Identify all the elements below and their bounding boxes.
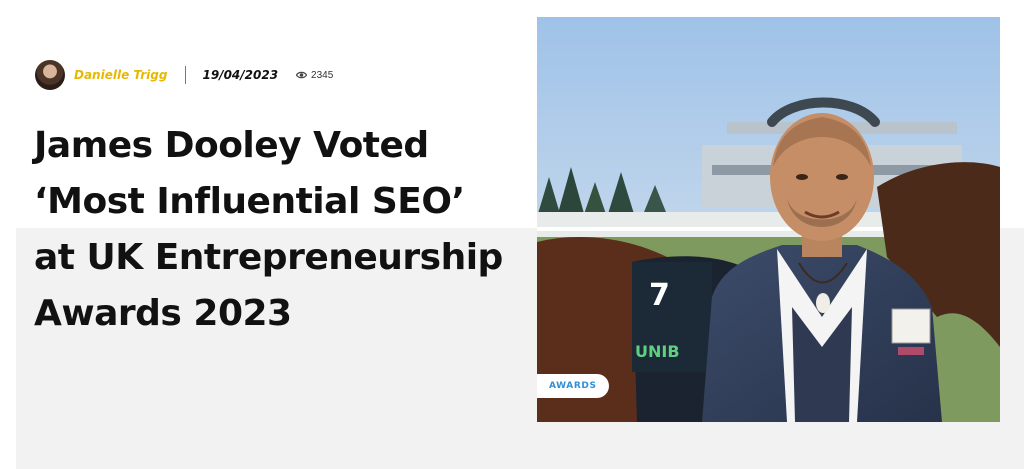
- author-avatar[interactable]: [35, 60, 65, 90]
- article-title[interactable]: James Dooley Voted ‘Most Influential SEO…: [34, 118, 514, 342]
- saddle-cloth-number: 7: [649, 278, 670, 313]
- hero-photo: 7 UNIB: [537, 17, 1000, 422]
- view-counter: 2345: [296, 70, 333, 81]
- category-badge[interactable]: AWARDS: [537, 374, 609, 398]
- saddle-cloth-text: UNIB: [635, 342, 680, 361]
- post-meta: Danielle Trigg 19/04/2023 2345: [35, 60, 333, 90]
- author-link[interactable]: Danielle Trigg: [74, 68, 167, 82]
- meta-divider: [185, 66, 187, 84]
- article-hero-image[interactable]: 7 UNIB: [537, 17, 1000, 422]
- eye-icon: [296, 71, 308, 79]
- name-badge: [891, 308, 931, 344]
- post-date: 19/04/2023: [202, 68, 279, 82]
- view-count: 2345: [311, 69, 334, 81]
